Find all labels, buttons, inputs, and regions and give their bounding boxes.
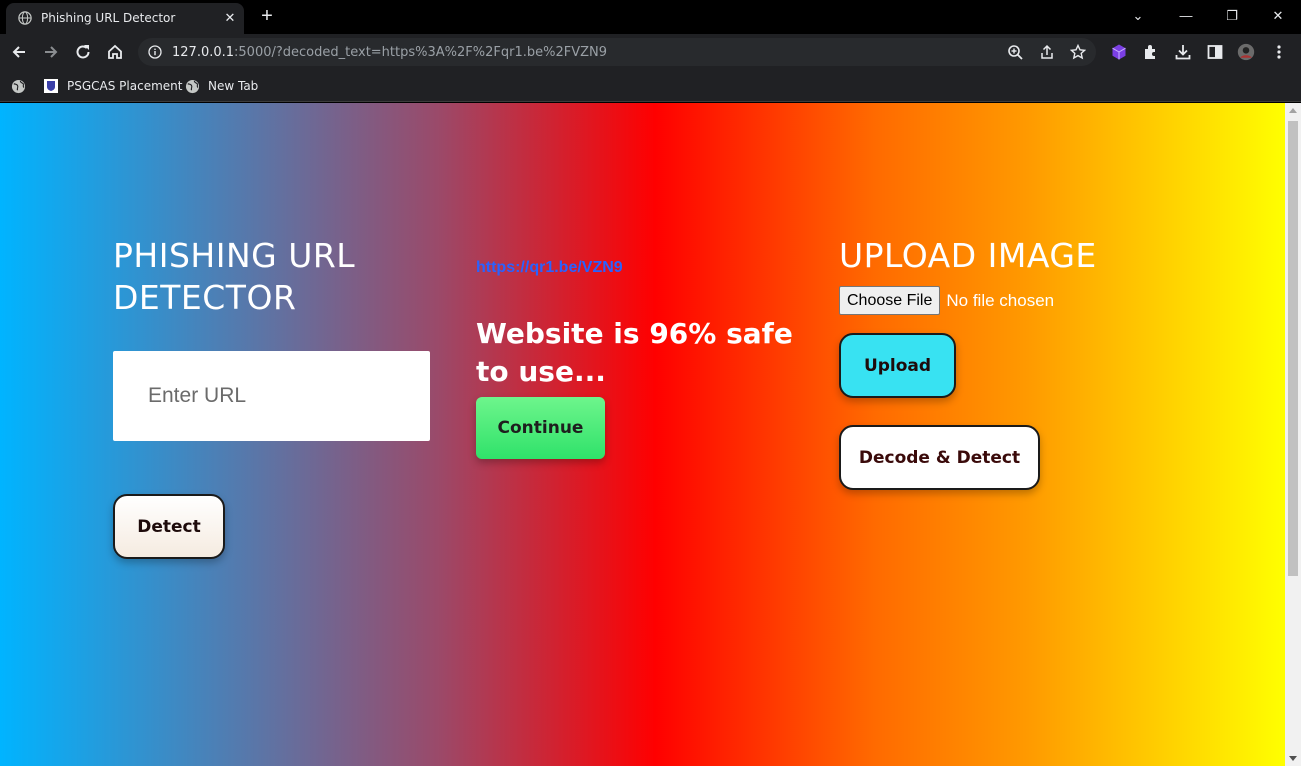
bookmark-psgcas-placement[interactable]: PSGCAS Placement — [43, 77, 182, 95]
vertical-scrollbar[interactable] — [1285, 103, 1301, 766]
address-bar[interactable]: 127.0.0.1:5000/?decoded_text=https%3A%2F… — [138, 38, 1096, 66]
upload-title: UPLOAD IMAGE — [839, 236, 1097, 275]
zoom-icon[interactable] — [1007, 44, 1023, 60]
tab-search-icon[interactable]: ⌄ — [1128, 6, 1148, 26]
result-message: Website is 96% safe to use... — [476, 317, 793, 388]
scroll-thumb[interactable] — [1288, 121, 1298, 576]
bookmarks-bar: PSGCAS Placement New Tab — [0, 70, 1301, 102]
decode-detect-button[interactable]: Decode & Detect — [839, 425, 1040, 490]
reload-icon[interactable] — [72, 41, 94, 63]
browser-toolbar: 127.0.0.1:5000/?decoded_text=https%3A%2F… — [0, 34, 1301, 70]
detect-button[interactable]: Detect — [113, 494, 225, 559]
psgcas-logo-icon — [44, 79, 58, 93]
file-input[interactable]: Choose File No file chosen — [839, 286, 1054, 315]
detector-title-line2: DETECTOR — [113, 278, 297, 317]
url-input[interactable] — [113, 351, 430, 441]
choose-file-button[interactable]: Choose File — [839, 286, 941, 315]
detector-title: PHISHING URL DETECTOR — [113, 235, 355, 319]
continue-button[interactable]: Continue — [476, 397, 605, 459]
decoded-url-link[interactable]: https://qr1.be/VZN9 — [476, 259, 623, 277]
url-text[interactable]: 127.0.0.1:5000/?decoded_text=https%3A%2F… — [172, 45, 607, 60]
browser-tab[interactable]: Phishing URL Detector ✕ — [6, 3, 244, 34]
site-info-icon[interactable] — [148, 45, 162, 59]
globe-icon — [18, 11, 32, 25]
side-panel-icon[interactable] — [1206, 43, 1224, 61]
extension-cube-icon[interactable] — [1110, 43, 1128, 61]
new-tab-icon[interactable]: + — [257, 5, 277, 27]
globe-icon — [11, 79, 26, 93]
scroll-down-arrow-icon[interactable] — [1289, 756, 1297, 761]
upload-button[interactable]: Upload — [839, 333, 956, 398]
page-content: PHISHING URL DETECTOR Detect https://qr1… — [0, 103, 1285, 766]
url-host: 127.0.0.1 — [172, 45, 235, 60]
restore-icon[interactable]: ❐ — [1222, 6, 1242, 26]
minimize-icon[interactable]: — — [1176, 6, 1196, 26]
download-icon[interactable] — [1174, 43, 1192, 61]
bookmark-label: PSGCAS Placement — [67, 79, 183, 93]
bookmark-label: New Tab — [208, 79, 259, 93]
extensions-puzzle-icon[interactable] — [1142, 43, 1160, 61]
back-icon[interactable] — [8, 41, 30, 63]
bookmark-globe[interactable] — [11, 77, 26, 95]
close-tab-icon[interactable]: ✕ — [222, 10, 238, 26]
forward-icon[interactable] — [40, 41, 62, 63]
tab-title: Phishing URL Detector — [41, 11, 176, 25]
detector-title-line1: PHISHING URL — [113, 236, 356, 275]
home-icon[interactable] — [104, 41, 126, 63]
bookmark-new-tab[interactable]: New Tab — [185, 77, 258, 95]
url-path: :5000/?decoded_text=https%3A%2F%2Fqr1.be… — [234, 45, 608, 60]
scroll-up-arrow-icon[interactable] — [1289, 108, 1297, 113]
bookmark-star-icon[interactable] — [1070, 44, 1086, 60]
no-file-text: No file chosen — [946, 290, 1055, 310]
tab-strip: Phishing URL Detector ✕ + ⌄ — ❐ ✕ — [0, 0, 1301, 34]
window-close-icon[interactable]: ✕ — [1268, 6, 1288, 26]
profile-avatar[interactable] — [1237, 43, 1255, 61]
globe-icon — [185, 79, 200, 93]
menu-kebab-icon[interactable] — [1270, 43, 1288, 61]
share-icon[interactable] — [1039, 44, 1055, 60]
